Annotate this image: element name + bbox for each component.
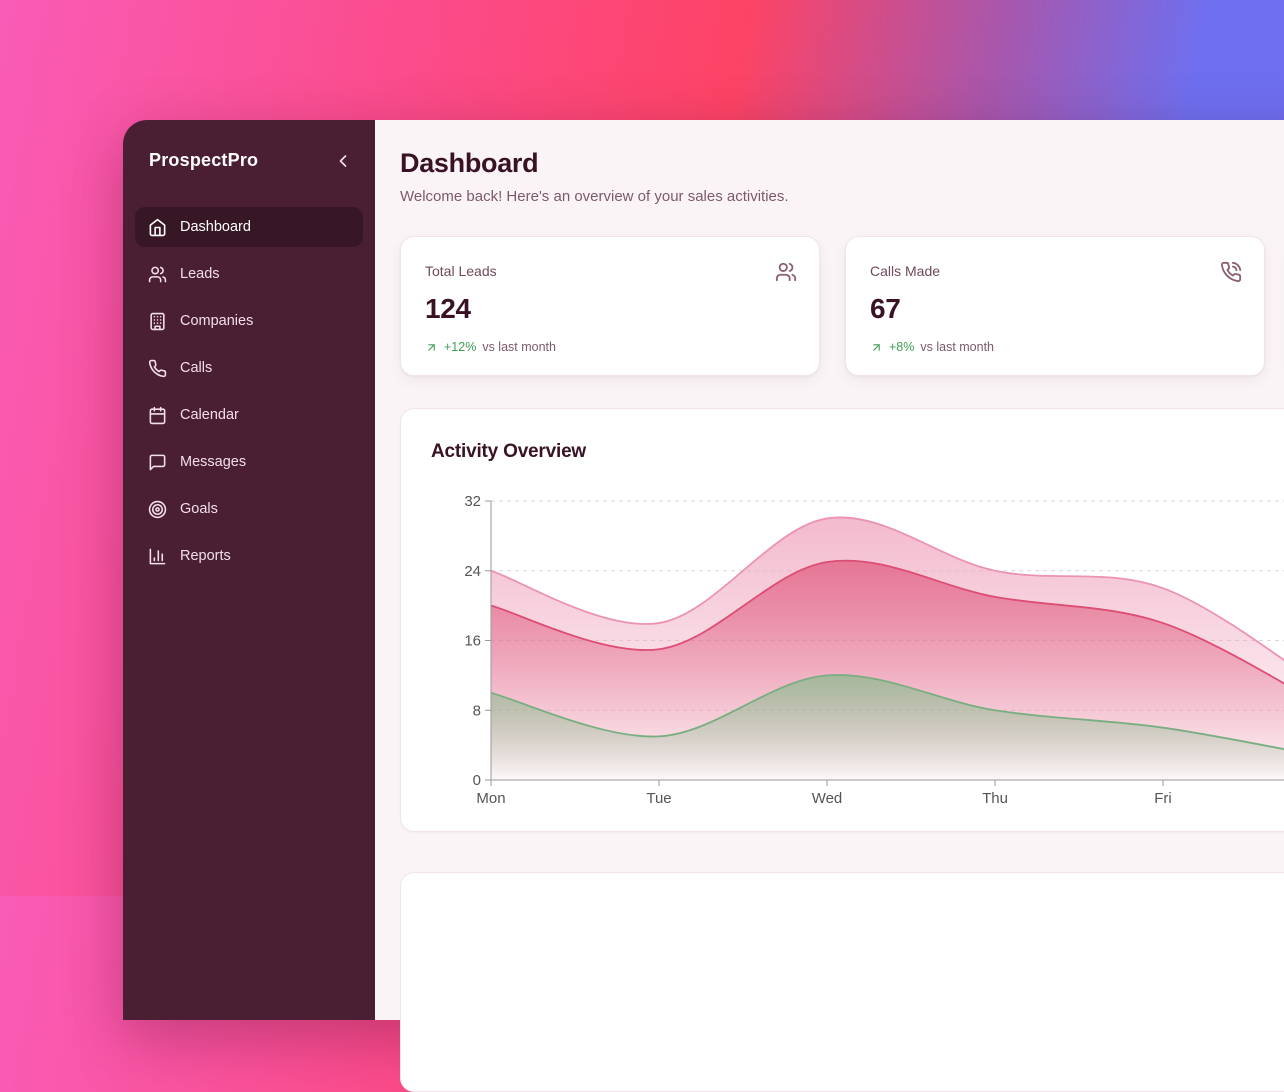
- arrow-up-right-icon: [870, 341, 883, 354]
- home-icon: [148, 218, 167, 237]
- sidebar-item-leads[interactable]: Leads: [135, 254, 363, 294]
- stat-trend: +12% vs last month: [425, 340, 795, 354]
- target-icon: [148, 500, 167, 519]
- y-tick-label: 0: [473, 772, 481, 789]
- arrow-up-right-icon: [425, 341, 438, 354]
- sidebar-item-label: Leads: [180, 266, 220, 282]
- bar-chart-icon: [148, 547, 167, 566]
- sidebar-item-label: Messages: [180, 454, 246, 470]
- trend-suffix: vs last month: [482, 340, 556, 354]
- app-window: ProspectPro Dashboard Leads Companies Ca…: [123, 120, 1284, 1020]
- y-tick-label: 8: [473, 702, 481, 719]
- calendar-icon: [148, 406, 167, 425]
- sidebar-item-label: Companies: [180, 313, 253, 329]
- sidebar-item-label: Goals: [180, 501, 218, 517]
- sidebar-header: ProspectPro: [135, 146, 363, 171]
- partially-visible-card: [400, 872, 1284, 1092]
- activity-overview-card: Activity Overview 08162432MonTueWedThuFr…: [400, 408, 1284, 832]
- building-icon: [148, 312, 167, 331]
- page-subtitle: Welcome back! Here's an overview of your…: [400, 188, 1284, 205]
- sidebar-nav: Dashboard Leads Companies Calls Calendar…: [135, 207, 363, 576]
- sidebar-item-messages[interactable]: Messages: [135, 442, 363, 482]
- x-tick-label: Fri: [1154, 790, 1172, 807]
- trend-suffix: vs last month: [920, 340, 994, 354]
- phone-call-icon: [1220, 261, 1242, 283]
- trend-percent: +8%: [889, 340, 914, 354]
- y-tick-label: 32: [464, 493, 481, 510]
- sidebar: ProspectPro Dashboard Leads Companies Ca…: [123, 120, 375, 1020]
- stat-label: Calls Made: [870, 263, 1240, 279]
- stat-value: 124: [425, 293, 795, 325]
- x-tick-label: Thu: [982, 790, 1008, 807]
- sidebar-collapse-button[interactable]: [333, 151, 353, 171]
- sidebar-item-label: Dashboard: [180, 219, 251, 235]
- sidebar-item-label: Calendar: [180, 407, 239, 423]
- trend-percent: +12%: [444, 340, 476, 354]
- trend-up-icon: [870, 341, 883, 354]
- sidebar-item-companies[interactable]: Companies: [135, 301, 363, 341]
- stat-card-calls-made: Calls Made 67 +8% vs last month: [845, 236, 1265, 376]
- trend-up-icon: [425, 341, 438, 354]
- users-icon: [775, 261, 797, 283]
- users-icon: [148, 265, 167, 284]
- stat-value: 67: [870, 293, 1240, 325]
- stat-label: Total Leads: [425, 263, 795, 279]
- sidebar-item-calendar[interactable]: Calendar: [135, 395, 363, 435]
- stat-trend: +8% vs last month: [870, 340, 1240, 354]
- sidebar-item-reports[interactable]: Reports: [135, 536, 363, 576]
- y-tick-label: 16: [464, 633, 481, 650]
- x-tick-label: Mon: [476, 790, 505, 807]
- main-content: Dashboard Welcome back! Here's an overvi…: [375, 120, 1284, 1020]
- app-logo: ProspectPro: [149, 150, 258, 171]
- phone-icon: [148, 359, 167, 378]
- stats-row: Total Leads 124 +12% vs last month Calls…: [400, 236, 1284, 376]
- chevron-left-icon: [333, 151, 353, 171]
- sidebar-item-calls[interactable]: Calls: [135, 348, 363, 388]
- sidebar-item-dashboard[interactable]: Dashboard: [135, 207, 363, 247]
- sidebar-item-goals[interactable]: Goals: [135, 489, 363, 529]
- sidebar-item-label: Calls: [180, 360, 212, 376]
- activity-overview-chart: 0 8 16 24 32 Mon Tue Wed Thu Fri: [401, 409, 1284, 833]
- stat-card-total-leads: Total Leads 124 +12% vs last month: [400, 236, 820, 376]
- message-square-icon: [148, 453, 167, 472]
- y-tick-label: 24: [464, 563, 481, 580]
- x-tick-label: Wed: [812, 790, 843, 807]
- sidebar-item-label: Reports: [180, 548, 231, 564]
- page-title: Dashboard: [400, 148, 1284, 179]
- x-tick-label: Tue: [646, 790, 671, 807]
